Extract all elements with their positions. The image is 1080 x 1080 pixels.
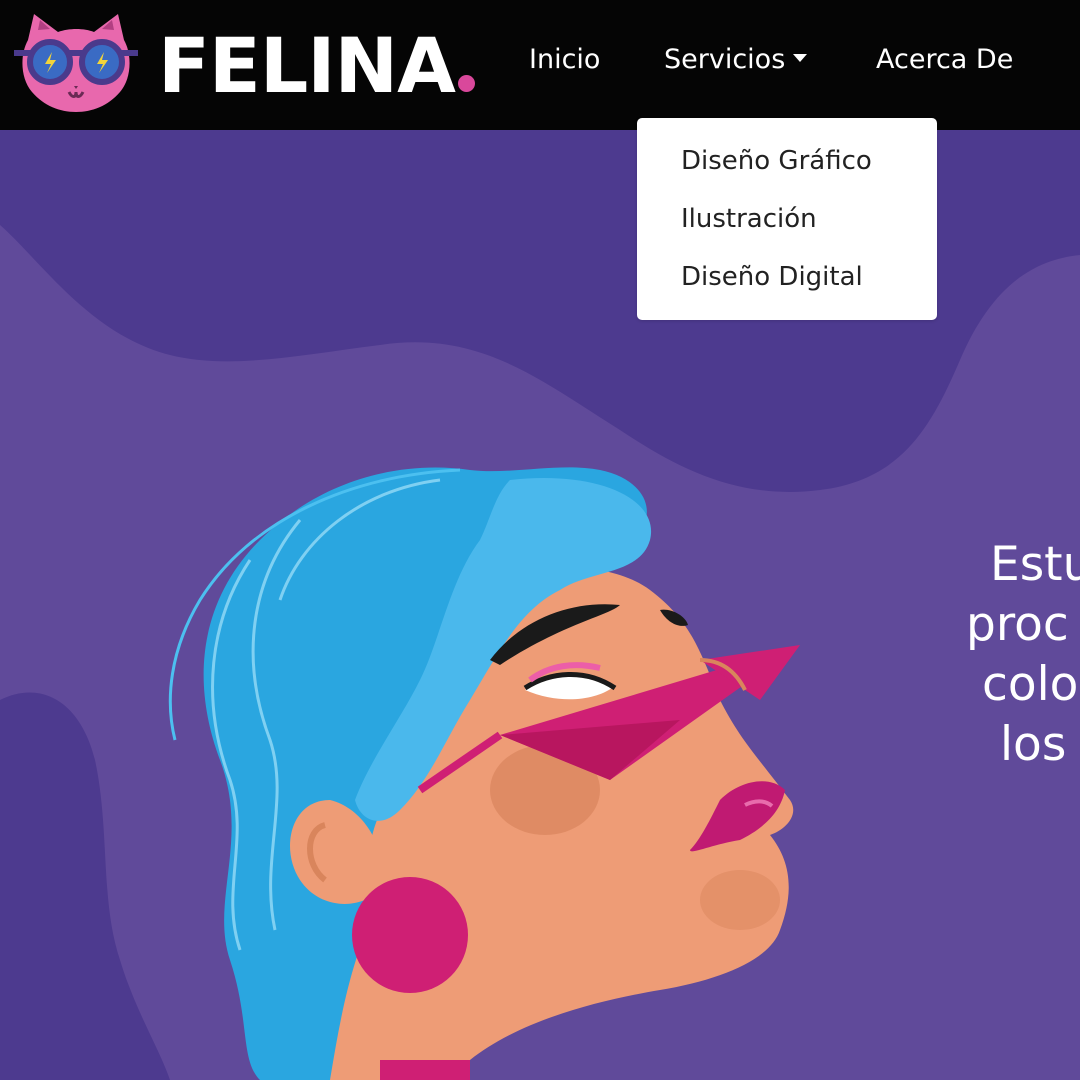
brand-dot: [457, 75, 475, 92]
nav-link-servicios-label: Servicios: [664, 44, 786, 75]
nav-link-inicio[interactable]: Inicio: [529, 42, 600, 78]
servicios-dropdown-menu: Diseño Gráfico Ilustración Diseño Digita…: [637, 118, 937, 320]
hero-text-line: colo: [982, 657, 1079, 712]
dropdown-item-diseno-grafico[interactable]: Diseño Gráfico: [681, 144, 872, 178]
brand-name: FELINA: [158, 28, 475, 104]
nav-link-acerca-de[interactable]: Acerca De: [876, 42, 1013, 78]
hero-text-line: Estu: [990, 537, 1080, 592]
nav-dropdown-servicios[interactable]: Servicios: [664, 42, 808, 78]
cat-with-sunglasses-icon: [14, 14, 138, 112]
dropdown-item-ilustracion[interactable]: Ilustración: [681, 202, 817, 236]
navbar: FELINA Inicio Servicios Acerca De: [0, 0, 1080, 130]
hero-text-line: los: [1000, 717, 1067, 772]
hero-text-line: proc: [966, 597, 1069, 652]
caret-down-icon: [793, 53, 808, 62]
hero-text: Estu proc colo los: [940, 535, 1080, 775]
brand-logo-link[interactable]: FELINA: [14, 12, 475, 112]
dropdown-item-diseno-digital[interactable]: Diseño Digital: [681, 260, 863, 294]
